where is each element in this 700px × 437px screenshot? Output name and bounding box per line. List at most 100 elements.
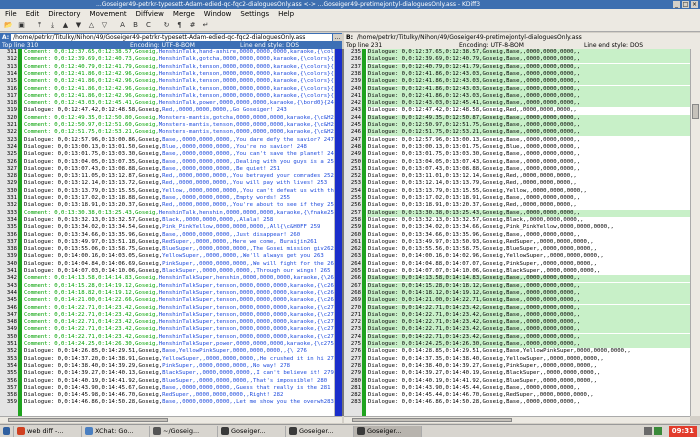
go-top-icon[interactable]: ⤒ <box>34 20 45 31</box>
menu-merge[interactable]: Merge <box>173 10 195 18</box>
diff-line[interactable]: 351 Comment: 0,0:14:24.25,0:14:26.30,Gose… <box>0 341 342 348</box>
diff-line[interactable]: 325 Dialogue: 0,0:13:01.75,0:13:03.30,Gos… <box>0 151 342 158</box>
network-icon[interactable] <box>644 427 652 435</box>
diff-line[interactable]: 238 Dialogue: 0,0:12:41.86,0:12:43.03,Gos… <box>344 70 690 78</box>
diff-line[interactable]: 332 Dialogue: 0,0:13:18.91,0:13:20.37,Gos… <box>0 202 342 209</box>
diff-line[interactable]: 339 Dialogue: 0,0:14:00.16,0:14:03.05,Gos… <box>0 253 342 260</box>
diff-line[interactable]: 236 Dialogue: 0,0:12:39.69,0:12:40.79,Gos… <box>344 56 690 64</box>
diff-line[interactable]: 340 Dialogue: 0,0:14:04.84,0:14:06.69,Gos… <box>0 261 342 268</box>
choose-c-icon[interactable]: C <box>143 20 154 31</box>
diff-line[interactable]: 341 Dialogue: 0,0:14:07.03,0:14:10.06,Gos… <box>0 268 342 275</box>
diff-line[interactable]: 316 Comment: 0,0:12:41.86,0:12:42.96,Gose… <box>0 86 342 93</box>
next-delta-icon[interactable]: ▼ <box>73 20 84 31</box>
pane-b-horizontal-scrollbar[interactable] <box>344 416 690 423</box>
diff-line[interactable]: 347 Comment: 0,0:14:22.71,0:14:23.42,Gose… <box>0 312 342 319</box>
start-menu-icon[interactable] <box>0 425 14 437</box>
diff-line[interactable]: 322 Comment: 0,0:12:51.75,0:12:53.21,Gose… <box>0 129 342 136</box>
diff-line[interactable]: 279 Dialogue: 0,0:14:39.27,0:14:40.19,Gos… <box>344 370 690 377</box>
diff-line[interactable]: 258 Dialogue: 0,0:13:32.13,0:13:32.57,Gos… <box>344 217 690 224</box>
diff-line[interactable]: 323 Dialogue: 0,0:12:57.96,0:13:00.86,Gos… <box>0 137 342 144</box>
diff-line[interactable]: 260 Dialogue: 0,0:13:34.66,0:13:35.96,Gos… <box>344 232 690 239</box>
diff-line[interactable]: 321 Comment: 0,0:12:50.97,0:12:51.60,Gose… <box>0 122 342 129</box>
diff-line[interactable]: 256 Dialogue: 0,0:13:18.91,0:13:20.37,Gos… <box>344 202 690 209</box>
diff-line[interactable]: 239 Dialogue: 0,0:12:41.86,0:12:43.03,Gos… <box>344 78 690 86</box>
diff-line[interactable]: 318 Comment: 0,0:12:43.03,0:12:45.41,Gose… <box>0 100 342 107</box>
diff-line[interactable]: 319 Dialogue: 0,0:12:47.42,0:12:48.58,Gos… <box>0 107 342 114</box>
diff-line[interactable]: 336 Dialogue: 0,0:13:34.66,0:13:35.96,Gos… <box>0 232 342 239</box>
diff-line[interactable]: 314 Comment: 0,0:12:41.86,0:12:42.96,Gose… <box>0 71 342 78</box>
diff-line[interactable]: 350 Comment: 0,0:14:22.71,0:14:23.42,Gose… <box>0 334 342 341</box>
menu-settings[interactable]: Settings <box>240 10 269 18</box>
vertical-scrollbar[interactable] <box>690 49 700 416</box>
diff-line[interactable]: 275 Dialogue: 0,0:14:24.25,0:14:26.30,Gos… <box>344 341 690 348</box>
diff-line[interactable]: 262 Dialogue: 0,0:13:55.56,0:13:58.75,Gos… <box>344 246 690 253</box>
menu-directory[interactable]: Directory <box>48 10 80 18</box>
diff-line[interactable]: 353 Dialogue: 0,0:14:37.20,0:14:38.91,Gos… <box>0 356 342 363</box>
diff-line[interactable]: 333 Comment: 0,0:13:30.38,0:13:25.43,Gose… <box>0 210 342 217</box>
diff-line[interactable]: 270 Dialogue: 0,0:14:22.71,0:14:23.42,Gos… <box>344 304 690 312</box>
diff-line[interactable]: 356 Dialogue: 0,0:14:40.19,0:14:41.92,Gos… <box>0 378 342 385</box>
diff-line[interactable]: 273 Dialogue: 0,0:14:22.71,0:14:23.42,Gos… <box>344 326 690 334</box>
diff-line[interactable]: 344 Comment: 0,0:14:18.82,0:14:19.12,Gose… <box>0 290 342 297</box>
pane-a-horizontal-scrollbar[interactable] <box>0 416 342 423</box>
taskbar-item[interactable]: Goseiger... <box>354 425 422 437</box>
diff-line[interactable]: 324 Dialogue: 0,0:13:00.13,0:13:01.50,Gos… <box>0 144 342 151</box>
diff-line[interactable]: 277 Dialogue: 0,0:14:37.35,0:14:38.40,Gos… <box>344 356 690 363</box>
diff-line[interactable]: 312 Comment: 0,0:12:39.69,0:12:40.73,Gose… <box>0 56 342 63</box>
save-icon[interactable]: ▣ <box>16 20 27 31</box>
diff-line[interactable]: 246 Dialogue: 0,0:12:51.75,0:12:53.21,Gos… <box>344 129 690 137</box>
diff-line[interactable]: 352 Dialogue: 0,0:14:26.85,0:14:29.51,Gos… <box>0 348 342 355</box>
diff-line[interactable]: 259 Dialogue: 0,0:13:34.02,0:13:34.66,Gos… <box>344 224 690 231</box>
taskbar-item[interactable]: Goseiger... <box>286 425 354 437</box>
diff-line[interactable]: 328 Dialogue: 0,0:13:11.05,0:13:12.87,Gos… <box>0 173 342 180</box>
diff-line[interactable]: 358 Dialogue: 0,0:14:45.98,0:14:46.70,Gos… <box>0 392 342 399</box>
diff-pane-a[interactable]: 311 Comment: 0,0:12:37.65,0:12:38.57,Gose… <box>0 49 342 416</box>
diff-line[interactable]: 327 Dialogue: 0,0:13:07.43,0:13:08.88,Gos… <box>0 166 342 173</box>
diff-line[interactable]: 317 Comment: 0,0:12:41.86,0:12:42.96,Gose… <box>0 93 342 100</box>
taskbar-item[interactable]: ~/Goseig... <box>150 425 218 437</box>
open-icon[interactable]: 📂 <box>3 20 14 31</box>
prev-conflict-icon[interactable]: △ <box>86 20 97 31</box>
clock[interactable]: 09:31 <box>668 426 697 437</box>
taskbar-item[interactable]: web diff -... <box>14 425 82 437</box>
menu-help[interactable]: Help <box>278 10 294 18</box>
diff-line[interactable]: 266 Dialogue: 0,0:14:13.58,0:14:14.83,Gos… <box>344 275 690 283</box>
diff-line[interactable]: 253 Dialogue: 0,0:13:12.14,0:13:13.79,Gos… <box>344 180 690 187</box>
diff-line[interactable]: 267 Dialogue: 0,0:14:15.28,0:14:18.12,Gos… <box>344 282 690 290</box>
diff-line[interactable]: 281 Dialogue: 0,0:14:43.90,0:14:45.44,Gos… <box>344 385 690 392</box>
diff-line[interactable]: 249 Dialogue: 0,0:13:01.75,0:13:03.30,Gos… <box>344 151 690 158</box>
auto-advance-icon[interactable]: ↻ <box>161 20 172 31</box>
minimize-icon[interactable]: _ <box>673 1 680 8</box>
diff-line[interactable]: 247 Dialogue: 0,0:12:57.96,0:13:00.13,Gos… <box>344 137 690 144</box>
diff-line[interactable]: 354 Dialogue: 0,0:14:38.40,0:14:39.29,Gos… <box>0 363 342 370</box>
diff-line[interactable]: 355 Dialogue: 0,0:14:39.27,0:14:40.13,Gos… <box>0 370 342 377</box>
diff-line[interactable]: 263 Dialogue: 0,0:14:00.16,0:14:02.96,Gos… <box>344 253 690 260</box>
diff-line[interactable]: 248 Dialogue: 0,0:13:00.13,0:13:01.75,Gos… <box>344 144 690 151</box>
diff-line[interactable]: 283 Dialogue: 0,0:14:46.86,0:14:50.28,Gos… <box>344 399 690 406</box>
diff-line[interactable]: 338 Dialogue: 0,0:13:55.06,0:13:58.75,Gos… <box>0 246 342 253</box>
diff-line[interactable]: 357 Dialogue: 0,0:14:43.90,0:14:45.67,Gos… <box>0 385 342 392</box>
diff-line[interactable]: 269 Dialogue: 0,0:14:21.00,0:14:22.71,Gos… <box>344 297 690 305</box>
diff-line[interactable]: 282 Dialogue: 0,0:14:45.44,0:14:46.70,Gos… <box>344 392 690 399</box>
go-bottom-icon[interactable]: ⤓ <box>47 20 58 31</box>
window-titlebar[interactable]: ...Goseiger49-petrkr-typesett-Adam-edied… <box>0 0 700 9</box>
diff-line[interactable]: 280 Dialogue: 0,0:14:40.19,0:14:41.92,Gos… <box>344 378 690 385</box>
diff-line[interactable]: 250 Dialogue: 0,0:13:04.05,0:13:07.43,Gos… <box>344 159 690 166</box>
diff-line[interactable]: 315 Comment: 0,0:12:41.86,0:12:42.96,Gose… <box>0 78 342 85</box>
menu-movement[interactable]: Movement <box>90 10 127 18</box>
diff-line[interactable]: 276 Dialogue: 0,0:14:28.85,0:14:29.51,Gos… <box>344 348 690 355</box>
diff-line[interactable]: 346 Comment: 0,0:14:22.71,0:14:23.42,Gose… <box>0 305 342 312</box>
diff-line[interactable]: 237 Dialogue: 0,0:12:40.79,0:12:41.79,Gos… <box>344 63 690 71</box>
maximize-icon[interactable]: □ <box>682 1 689 8</box>
menu-file[interactable]: File <box>5 10 17 18</box>
diff-line[interactable]: 242 Dialogue: 0,0:12:43.03,0:12:45.41,Gos… <box>344 100 690 108</box>
diff-line[interactable]: 254 Dialogue: 0,0:13:13.79,0:13:15.55,Gos… <box>344 188 690 195</box>
diff-line[interactable]: 320 Comment: 0,0:12:49.35,0:12:50.80,Gose… <box>0 115 342 122</box>
diff-line[interactable]: 278 Dialogue: 0,0:14:38.40,0:14:39.27,Gos… <box>344 363 690 370</box>
diff-line[interactable]: 265 Dialogue: 0,0:14:07.07,0:14:10.06,Gos… <box>344 268 690 275</box>
diff-line[interactable]: 330 Dialogue: 0,0:13:13.79,0:13:15.55,Gos… <box>0 188 342 195</box>
diff-line[interactable]: 252 Dialogue: 0,0:13:11.01,0:13:12.14,Gos… <box>344 173 690 180</box>
taskbar-item[interactable]: XChat: Go... <box>82 425 150 437</box>
menu-diffview[interactable]: Diffview <box>136 10 164 18</box>
close-icon[interactable]: × <box>691 1 698 8</box>
